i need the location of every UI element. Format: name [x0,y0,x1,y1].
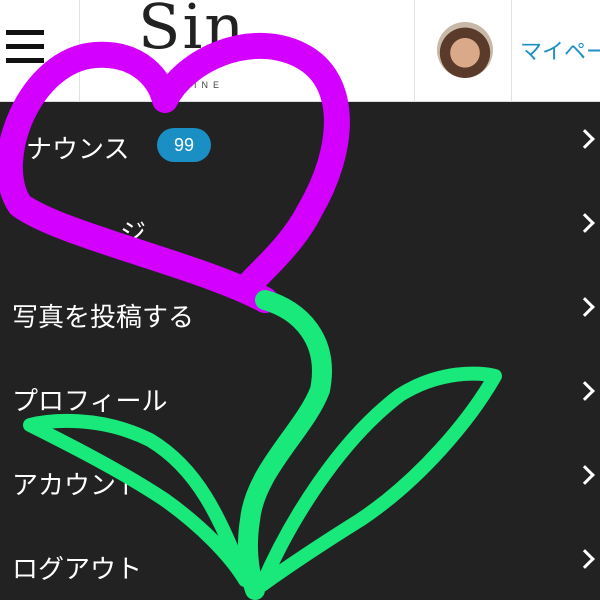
chevron-right-icon [575,213,595,233]
menu-item-label: アカウント [12,471,143,501]
avatar-button[interactable] [414,0,512,102]
chevron-right-icon [575,381,595,401]
hamburger-icon-bar [6,44,44,49]
logo-subtext: INE [194,80,225,90]
hamburger-icon [6,30,44,35]
menu-item-label: ログアウト [12,555,143,585]
menu-item-account[interactable]: アカウント [0,440,600,524]
menu-item-messages[interactable]: ジ [0,188,600,272]
logo-text: Sin [138,0,247,63]
app-header: Sin INE マイペー [0,0,600,102]
chevron-right-icon [575,297,595,317]
menu-item-label: ジ [120,219,147,249]
site-logo[interactable]: Sin INE [134,0,294,100]
menu-item-label: ナウンス [26,135,130,165]
menu-item-profile[interactable]: プロフィール [0,356,600,440]
menu-item-post-photo[interactable]: 写真を投稿する [0,272,600,356]
hamburger-icon-bar [6,58,44,63]
side-menu: ナウンス 99 ジ 写真を投稿する プロフィール アカウント ログアウト [0,102,600,600]
chevron-right-icon [575,129,595,149]
mypage-link[interactable]: マイペー [520,34,600,66]
chevron-right-icon [575,465,595,485]
chevron-right-icon [575,549,595,569]
menu-button[interactable] [0,0,80,102]
avatar [437,22,493,78]
menu-item-label: プロフィール [12,387,168,417]
menu-item-label: 写真を投稿する [12,303,195,333]
menu-item-announcements[interactable]: ナウンス 99 [0,104,600,188]
notification-badge: 99 [157,128,211,162]
menu-item-logout[interactable]: ログアウト [0,524,600,600]
